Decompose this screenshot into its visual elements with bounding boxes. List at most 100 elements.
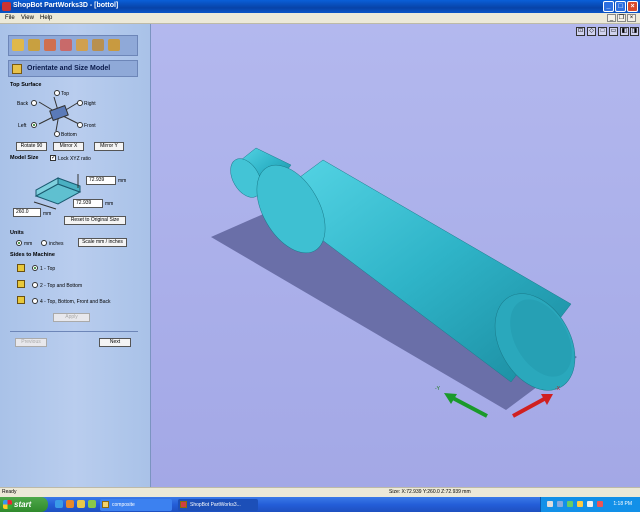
minimize-button[interactable]: _: [603, 1, 614, 12]
x-unit-label: mm: [43, 211, 52, 217]
tray-alert-icon[interactable]: [597, 501, 603, 507]
top-surface-back-label: Back: [17, 101, 29, 107]
app-icon: [2, 2, 11, 11]
cutout-tool-icon[interactable]: [76, 39, 88, 51]
top-surface-left-radio[interactable]: [31, 122, 37, 128]
shopbot-icon: [180, 501, 187, 508]
mdi-minimize-button[interactable]: _: [607, 14, 616, 22]
app-quicklaunch-icon[interactable]: [88, 500, 96, 508]
menu-view[interactable]: View: [21, 15, 34, 21]
units-inches-label: inches: [49, 241, 64, 247]
start-button[interactable]: start: [0, 497, 48, 512]
y-axis-arrow: [448, 394, 488, 418]
preview-tool-icon[interactable]: [92, 39, 104, 51]
previous-button[interactable]: Previous: [15, 338, 47, 347]
orientate-tool-icon[interactable]: [12, 39, 24, 51]
task-shopbot-label: ShopBot PartWorks3...: [190, 502, 241, 508]
media-quicklaunch-icon[interactable]: [66, 500, 74, 508]
material-tool-icon[interactable]: [28, 39, 40, 51]
mirror-x-button[interactable]: Mirror X: [53, 142, 84, 151]
sides-title: Sides to Machine: [10, 252, 55, 258]
mdi-restore-button[interactable]: ❐: [617, 14, 626, 22]
top-surface-right-radio[interactable]: [77, 100, 83, 106]
step-header: Orientate and Size Model: [8, 60, 138, 77]
units-title: Units: [10, 230, 24, 236]
sides-2-label: 2 - Top and Bottom: [40, 283, 83, 289]
menu-file[interactable]: File: [5, 15, 15, 21]
desktop-quicklaunch-icon[interactable]: [77, 500, 85, 508]
rotate-90-button[interactable]: Rotate 90: [16, 142, 47, 151]
mdi-close-button[interactable]: ×: [627, 14, 636, 22]
browser-quicklaunch-icon[interactable]: [55, 500, 63, 508]
task-composite-label: composite: [112, 502, 135, 508]
roughing-tool-icon[interactable]: [44, 39, 56, 51]
model-size-title: Model Size: [10, 155, 39, 161]
top-surface-back-radio[interactable]: [31, 100, 37, 106]
top-surface-top-radio[interactable]: [54, 90, 60, 96]
four-sides-cube-icon: [17, 296, 25, 304]
clock: 1:18 PM: [613, 501, 632, 507]
units-mm-radio[interactable]: [16, 240, 22, 246]
status-text: Ready: [2, 489, 17, 495]
scale-units-button[interactable]: Scale mm / inches: [78, 238, 127, 247]
top-surface-front-label: Front: [84, 123, 96, 129]
panel-divider: [10, 331, 138, 332]
taskbar: start composite ShopBot PartWorks3... 1:…: [0, 497, 640, 512]
top-surface-left-label: Left: [18, 123, 27, 129]
model-render: [211, 147, 577, 418]
maximize-button[interactable]: □: [615, 1, 626, 12]
lock-ratio-label: Lock XYZ ratio: [58, 156, 91, 162]
sides-1-radio[interactable]: [32, 265, 38, 271]
neg-y-axis-label: -Y: [435, 386, 440, 392]
lock-ratio-checkbox[interactable]: ✓: [50, 155, 56, 161]
task-composite[interactable]: composite: [100, 499, 172, 511]
units-mm-label: mm: [24, 241, 33, 247]
sides-2-radio[interactable]: [32, 282, 38, 288]
windows-flag-icon: [3, 500, 12, 509]
top-surface-title: Top Surface: [10, 82, 42, 88]
next-button[interactable]: Next: [99, 338, 131, 347]
sides-4-label: 4 - Top, Bottom, Front and Back: [40, 299, 111, 305]
tray-network-icon[interactable]: [557, 501, 563, 507]
tray-keyboard-icon[interactable]: [547, 501, 553, 507]
one-side-cube-icon: [17, 264, 25, 272]
menu-bar: File View Help _ ❐ ×: [0, 13, 640, 24]
top-surface-top-label: Top: [61, 91, 70, 97]
tray-update-icon[interactable]: [577, 501, 583, 507]
apply-button[interactable]: Apply: [53, 313, 90, 322]
step-title: Orientate and Size Model: [27, 65, 111, 72]
3d-viewport[interactable]: ⊡ ◇ □ ▭ ◧ ◨ -Y -X: [151, 24, 640, 487]
z-unit-label: mm: [118, 178, 127, 184]
orientation-gizmo-icon: [38, 96, 80, 132]
status-bar: Ready Size: X:72.939 Y:260.0 Z:72.939 mm: [0, 487, 640, 497]
finishing-tool-icon[interactable]: [60, 39, 72, 51]
title-bar: ShopBot PartWorks3D - [bottol] _ □ ×: [0, 0, 640, 13]
top-surface-bottom-radio[interactable]: [54, 131, 60, 137]
reset-size-button[interactable]: Reset to Original Size: [64, 216, 126, 225]
menu-help[interactable]: Help: [40, 15, 52, 21]
z-size-field[interactable]: 72.939: [86, 176, 116, 185]
close-button[interactable]: ×: [627, 1, 638, 12]
two-sides-cube-icon: [17, 280, 25, 288]
x-size-field[interactable]: 260.0: [13, 208, 41, 217]
orientate-icon: [12, 64, 22, 74]
sides-1-label: 1 - Top: [40, 266, 56, 272]
task-shopbot[interactable]: ShopBot PartWorks3...: [178, 499, 258, 511]
sides-4-radio[interactable]: [32, 298, 38, 304]
top-surface-right-label: Right: [84, 101, 96, 107]
save-toolpath-icon[interactable]: [108, 39, 120, 51]
window-title: ShopBot PartWorks3D - [bottol]: [13, 2, 119, 9]
y-unit-label: mm: [105, 201, 114, 207]
status-size: Size: X:72.939 Y:260.0 Z:72.939 mm: [389, 489, 471, 495]
system-tray: 1:18 PM: [540, 497, 640, 512]
folder-icon: [102, 501, 109, 508]
wizard-toolbar: [8, 35, 138, 56]
tray-volume-icon[interactable]: [587, 501, 593, 507]
mirror-y-button[interactable]: Mirror Y: [94, 142, 124, 151]
top-surface-bottom-label: Bottom: [61, 132, 77, 138]
neg-x-axis-label: -X: [555, 386, 560, 392]
top-surface-front-radio[interactable]: [77, 122, 83, 128]
y-size-field[interactable]: 72.939: [73, 199, 103, 208]
units-inches-radio[interactable]: [41, 240, 47, 246]
tray-security-icon[interactable]: [567, 501, 573, 507]
